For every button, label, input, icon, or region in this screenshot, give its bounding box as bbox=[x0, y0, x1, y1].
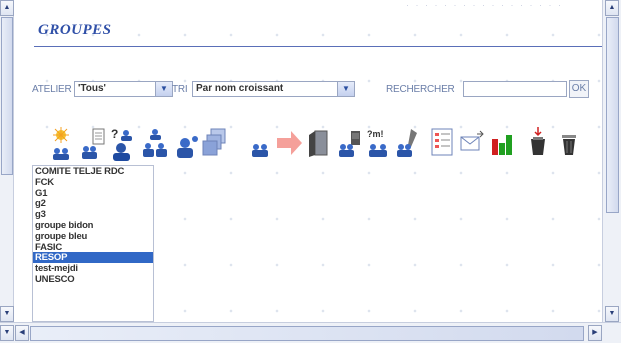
list-item[interactable]: G1 bbox=[33, 188, 153, 199]
scroll-left-arrow[interactable]: ◀ bbox=[15, 325, 29, 341]
delete-icon[interactable] bbox=[525, 125, 553, 163]
chevron-down-icon[interactable]: ▼ bbox=[337, 82, 354, 96]
add-member-icon[interactable] bbox=[173, 125, 201, 163]
atelier-value: 'Tous' bbox=[78, 83, 106, 94]
group-members-icon[interactable] bbox=[141, 125, 169, 163]
list-item[interactable]: g3 bbox=[33, 209, 153, 220]
groups-listbox[interactable]: COMITE TELJE RDC FCK G1 g2 g3 groupe bidon gro… bbox=[32, 165, 154, 322]
search-input[interactable] bbox=[463, 81, 567, 97]
page-title: GROUPES bbox=[38, 22, 112, 38]
scroll-down-arrow-bottom-left[interactable]: ▼ bbox=[0, 325, 14, 341]
list-item[interactable]: groupe bidon bbox=[33, 220, 153, 231]
scroll-down-arrow-left[interactable]: ▼ bbox=[0, 306, 14, 322]
right-scrollbar[interactable]: ▲ ▼ bbox=[602, 0, 621, 322]
top-faded-text: · · · · · · · · · · · · · · · · · bbox=[406, 0, 563, 8]
horizontal-scrollbar[interactable]: ▼ ◀ ▶ bbox=[0, 322, 621, 343]
form-list-icon[interactable] bbox=[429, 125, 457, 163]
atelier-select[interactable]: 'Tous' ▼ bbox=[74, 81, 173, 97]
send-mail-icon[interactable] bbox=[459, 125, 487, 163]
tri-label: TRI bbox=[172, 84, 188, 95]
list-item[interactable]: g2 bbox=[33, 198, 153, 209]
list-item[interactable]: FCK bbox=[33, 177, 153, 188]
svg-text:?m!: ?m! bbox=[367, 129, 384, 139]
list-item[interactable]: RESOP bbox=[33, 252, 153, 263]
sort-select[interactable]: Par nom croissant ▼ bbox=[192, 81, 355, 97]
new-group-icon[interactable] bbox=[49, 125, 77, 163]
list-item[interactable]: UNESCO bbox=[33, 274, 153, 285]
ok-button[interactable]: OK bbox=[569, 80, 589, 98]
exit-door-icon[interactable] bbox=[305, 125, 333, 163]
group-message-icon[interactable]: ?m! bbox=[365, 125, 393, 163]
trash-icon[interactable] bbox=[555, 125, 583, 163]
group-properties-icon[interactable] bbox=[79, 125, 107, 163]
scroll-up-arrow-left[interactable]: ▲ bbox=[0, 0, 14, 16]
list-item[interactable]: COMITE TELJE RDC bbox=[33, 166, 153, 177]
group-lock-icon[interactable] bbox=[337, 125, 365, 163]
groups-page: · · · · · · · · · · · · · · · · · GROUPE… bbox=[14, 0, 608, 322]
arrow-right-icon[interactable] bbox=[275, 125, 303, 163]
list-item[interactable]: FASIC bbox=[33, 242, 153, 253]
svg-text:?: ? bbox=[111, 127, 118, 141]
search-label: RECHERCHER bbox=[386, 84, 455, 95]
left-scroll-thumb[interactable] bbox=[1, 17, 13, 175]
copy-group-icon[interactable] bbox=[201, 125, 229, 163]
horizontal-scroll-thumb[interactable] bbox=[30, 326, 584, 341]
group-edit-icon[interactable] bbox=[395, 125, 423, 163]
scroll-down-arrow[interactable]: ▼ bbox=[605, 306, 619, 322]
vertical-scroll-thumb[interactable] bbox=[606, 17, 619, 213]
bar-chart-icon[interactable] bbox=[489, 125, 517, 163]
chevron-down-icon[interactable]: ▼ bbox=[155, 82, 172, 96]
scroll-right-arrow[interactable]: ▶ bbox=[588, 325, 602, 341]
atelier-label: ATELIER bbox=[32, 84, 72, 95]
left-scrollbar[interactable]: ▲ ▼ bbox=[0, 0, 14, 322]
group-icon[interactable] bbox=[247, 125, 275, 163]
scroll-up-arrow[interactable]: ▲ bbox=[605, 0, 619, 16]
group-help-icon[interactable]: ? bbox=[109, 125, 137, 163]
sort-value: Par nom croissant bbox=[196, 83, 284, 94]
title-divider bbox=[34, 46, 608, 47]
list-item[interactable]: groupe bleu bbox=[33, 231, 153, 242]
list-item[interactable]: test-mejdi bbox=[33, 263, 153, 274]
